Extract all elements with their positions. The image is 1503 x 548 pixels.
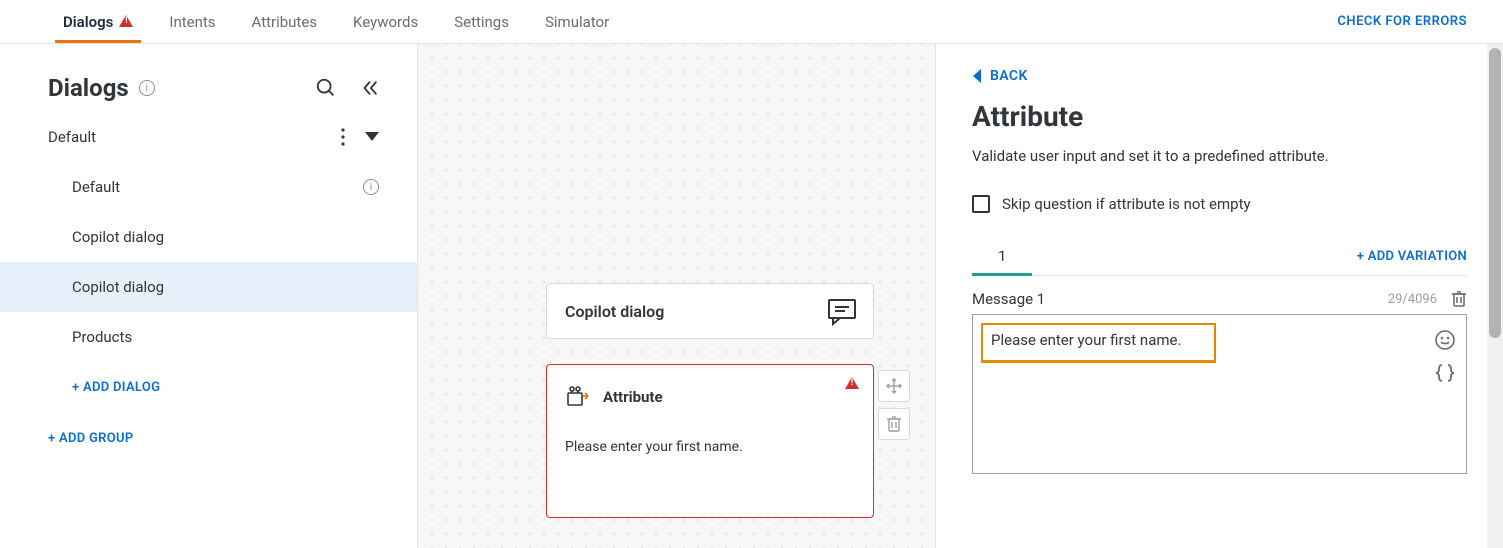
chat-icon [827,298,857,326]
message-header: Message 1 29/4096 [972,290,1467,308]
back-button[interactable]: BACK [972,68,1467,84]
tab-label: Attributes [252,13,318,31]
canvas[interactable]: Copilot dialog Attribute Please enter yo… [418,44,935,548]
message-char-count: 29/4096 [1388,292,1437,307]
dialog-row-copilot-1[interactable]: Copilot dialog [0,212,417,262]
delete-message-button[interactable] [1451,290,1467,308]
info-icon[interactable]: i [363,179,379,195]
add-dialog-button[interactable]: + ADD DIALOG [0,362,417,413]
back-label: BACK [990,68,1028,84]
tab-intents[interactable]: Intents [151,0,233,43]
top-nav: Dialogs Intents Attributes Keywords Sett… [0,0,1503,44]
move-node-button[interactable] [878,370,910,402]
dialog-label: Default [72,178,363,196]
tab-label: Settings [454,13,509,31]
delete-node-button[interactable] [878,408,910,440]
collapse-icon[interactable] [359,77,381,99]
attribute-node-icon [565,385,591,409]
tab-label: Simulator [545,13,609,31]
tab-label: Intents [169,13,215,31]
dialog-row-copilot-2[interactable]: Copilot dialog [0,262,417,312]
chevron-down-icon[interactable] [365,132,379,142]
attribute-node-body: Please enter your first name. [565,409,855,455]
message-editor[interactable]: Please enter your first name. [972,314,1467,474]
dialog-title-node[interactable]: Copilot dialog [546,283,874,339]
dialog-label: Products [72,328,379,346]
properties-panel: BACK Attribute Validate user input and s… [935,44,1503,548]
braces-icon[interactable] [1434,363,1456,383]
tab-settings[interactable]: Settings [436,0,527,43]
attribute-node[interactable]: Attribute Please enter your first name. [546,364,874,518]
skip-question-label: Skip question if attribute is not empty [1002,195,1251,213]
variation-tabs: 1 + ADD VARIATION [972,237,1467,276]
add-group-button[interactable]: + ADD GROUP [0,413,417,464]
emoji-icon[interactable] [1434,329,1456,351]
skip-question-row: Skip question if attribute is not empty [972,195,1467,213]
more-icon[interactable] [341,128,345,146]
sidebar-title: Dialogs i [48,74,155,102]
warning-icon [845,375,859,393]
add-variation-button[interactable]: + ADD VARIATION [1357,249,1467,264]
dialog-row-products[interactable]: Products [0,312,417,362]
panel-heading: Attribute [972,100,1467,133]
scrollbar[interactable] [1487,44,1503,548]
info-icon[interactable]: i [139,80,155,96]
dialog-label: Copilot dialog [72,228,379,246]
tab-attributes[interactable]: Attributes [234,0,336,43]
dialog-row-default[interactable]: Default i [0,162,417,212]
group-row-default[interactable]: Default [0,112,417,162]
dialog-title-text: Copilot dialog [565,302,664,321]
panel-description: Validate user input and set it to a pred… [972,147,1467,165]
group-label: Default [48,128,341,146]
sidebar: Dialogs i Default [0,44,418,548]
message-tools [1434,329,1456,383]
attribute-node-title: Attribute [603,388,663,406]
search-icon[interactable] [315,77,337,99]
tab-dialogs[interactable]: Dialogs [45,0,151,43]
sidebar-title-text: Dialogs [48,74,129,102]
nav-tabs: Dialogs Intents Attributes Keywords Sett… [45,0,627,43]
dialog-label: Copilot dialog [72,278,379,296]
sidebar-header: Dialogs i [0,44,417,112]
warning-icon [119,13,133,31]
content: Dialogs i Default [0,44,1503,548]
tab-simulator[interactable]: Simulator [527,0,627,43]
skip-question-checkbox[interactable] [972,195,990,213]
tab-label: Dialogs [63,13,113,31]
tab-keywords[interactable]: Keywords [335,0,436,43]
tab-label: Keywords [353,13,418,31]
message-label: Message 1 [972,290,1045,308]
canvas-column: Copilot dialog Attribute Please enter yo… [418,44,935,548]
back-arrow-icon [972,69,982,83]
variation-tab-1[interactable]: 1 [972,237,1032,275]
check-for-errors-link[interactable]: CHECK FOR ERRORS [1337,0,1503,43]
message-text-input[interactable]: Please enter your first name. [981,323,1216,363]
node-side-buttons [878,370,910,440]
